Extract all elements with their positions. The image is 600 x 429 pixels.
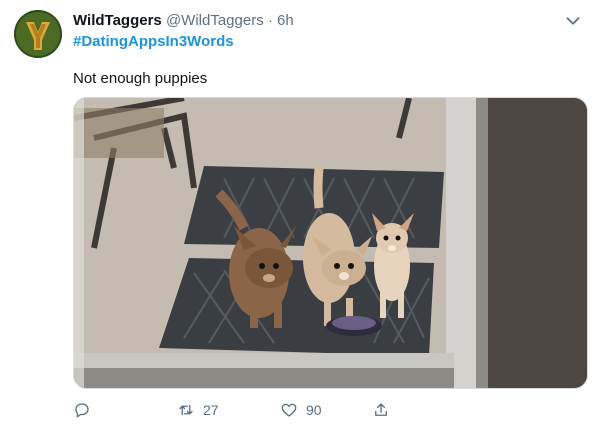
chevron-down-icon — [566, 17, 580, 25]
avatar[interactable] — [14, 10, 62, 58]
share-icon — [375, 403, 387, 416]
tweet-text: Not enough puppies — [73, 70, 208, 87]
more-options-button[interactable] — [562, 10, 584, 32]
tweet-header: WildTaggers @WildTaggers · 6h — [73, 12, 560, 32]
wildtaggers-logo-icon — [14, 10, 62, 58]
like-button[interactable]: 90 — [280, 398, 322, 422]
reply-icon — [75, 403, 89, 418]
like-count: 90 — [306, 402, 322, 418]
author-name[interactable]: WildTaggers — [73, 12, 162, 29]
heart-icon — [281, 403, 297, 417]
hashtag-link[interactable]: #DatingAppsIn3Words — [73, 33, 234, 50]
share-button[interactable] — [372, 398, 398, 422]
retweet-button[interactable]: 27 — [177, 398, 219, 422]
tweet-photo[interactable] — [73, 97, 588, 389]
retweet-icon — [179, 404, 193, 416]
retweet-count: 27 — [203, 402, 219, 418]
tweet-actions: 27 90 — [73, 398, 493, 422]
photo-of-three-chihuahuas — [74, 98, 587, 388]
reply-button[interactable] — [73, 398, 99, 422]
separator-dot: · — [267, 12, 273, 29]
timestamp[interactable]: 6h — [277, 12, 294, 29]
author-handle[interactable]: @WildTaggers — [166, 12, 264, 29]
